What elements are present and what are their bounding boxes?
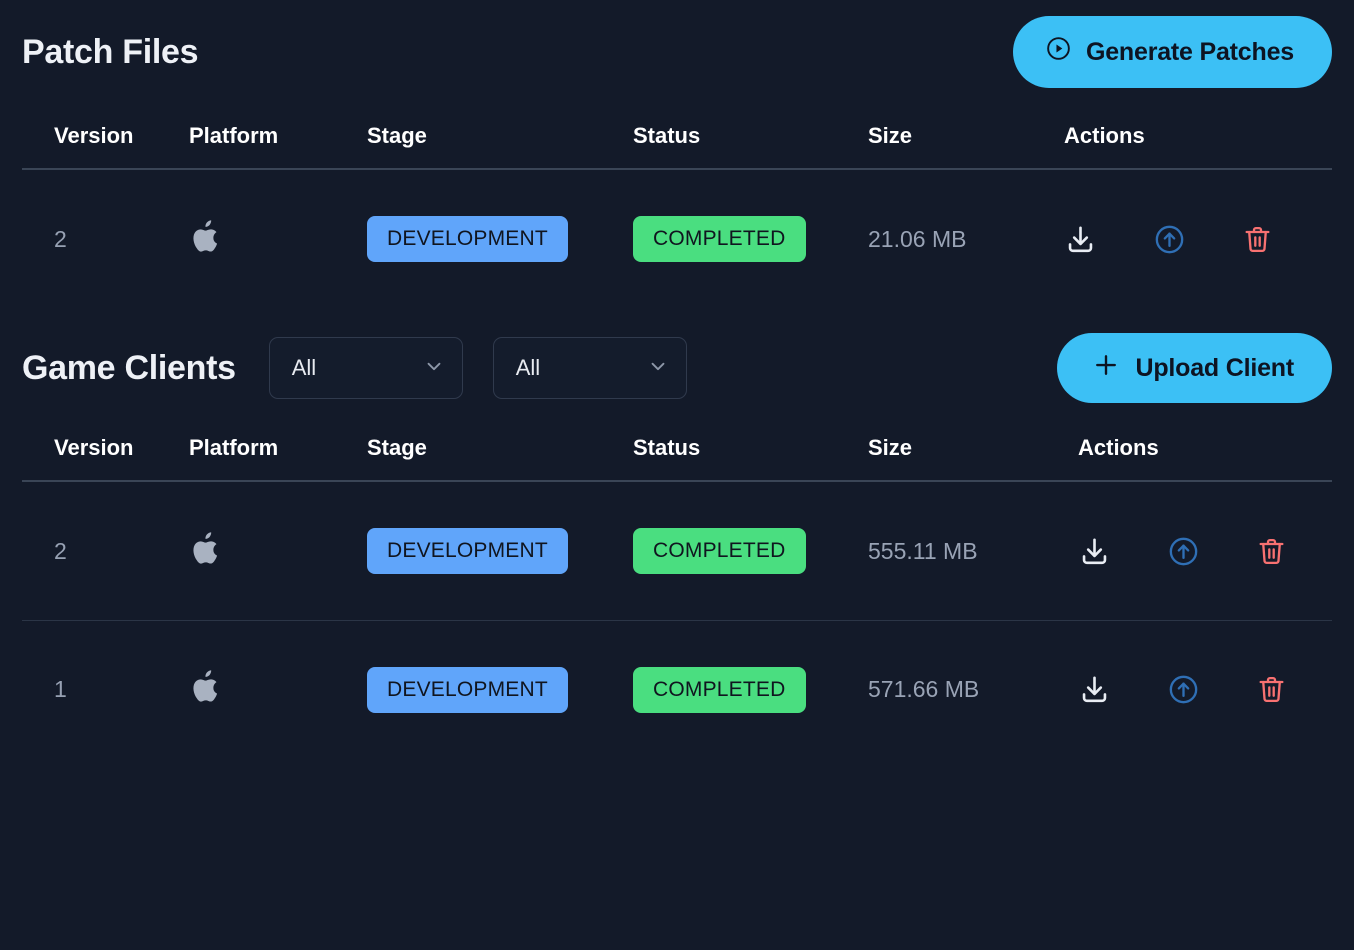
patch-files-table: Version Platform Stage Status Size Actio… — [22, 104, 1332, 308]
upload-button[interactable] — [1167, 535, 1200, 568]
stage-badge: DEVELOPMENT — [367, 666, 568, 713]
table-row[interactable]: 2 DEVELOPMENT COMPLETED 555.11 MB — [22, 482, 1332, 620]
cell-version: 2 — [22, 226, 189, 253]
version-value: 2 — [54, 537, 67, 564]
row-actions — [1078, 673, 1332, 706]
stage-filter-select[interactable]: All — [492, 337, 687, 399]
status-badge: COMPLETED — [633, 666, 806, 713]
delete-button[interactable] — [1242, 224, 1273, 255]
upload-circle-icon — [1167, 535, 1200, 568]
size-value: 21.06 MB — [868, 225, 967, 252]
upload-button[interactable] — [1153, 223, 1186, 256]
delete-button[interactable] — [1256, 674, 1287, 705]
row-actions — [1064, 223, 1332, 256]
column-header-actions: Actions — [1078, 435, 1159, 460]
platform-filter-value: All — [291, 355, 317, 380]
plus-icon — [1091, 350, 1121, 387]
stage-badge: DEVELOPMENT — [367, 216, 568, 262]
upload-client-button[interactable]: Upload Client — [1057, 333, 1332, 403]
cell-stage: DEVELOPMENT — [367, 528, 633, 574]
upload-circle-icon — [1167, 673, 1200, 706]
game-clients-title: Game Clients — [22, 348, 236, 387]
cell-size: 571.66 MB — [868, 676, 1064, 703]
game-clients-table-header: Version Platform Stage Status Size Actio… — [22, 416, 1332, 482]
upload-client-label: Upload Client — [1135, 353, 1294, 382]
cell-size: 21.06 MB — [868, 226, 1064, 253]
game-clients-filters: All All — [268, 337, 687, 399]
cell-actions — [1064, 535, 1332, 568]
game-clients-header: Game Clients All All Upload Client — [22, 320, 1332, 416]
version-value: 2 — [54, 225, 67, 252]
column-header-stage: Stage — [367, 123, 427, 148]
stage-filter-value: All — [515, 355, 541, 380]
column-header-status: Status — [633, 435, 701, 460]
download-button[interactable] — [1078, 535, 1111, 568]
download-icon — [1078, 535, 1111, 568]
apple-icon — [189, 217, 367, 262]
table-row[interactable]: 1 DEVELOPMENT COMPLETED 571.66 MB — [22, 620, 1332, 758]
generate-patches-button[interactable]: Generate Patches — [1012, 16, 1332, 88]
column-header-size: Size — [868, 123, 913, 148]
platform-filter-select[interactable]: All — [268, 337, 463, 399]
column-header-size: Size — [868, 435, 913, 460]
game-clients-table: Version Platform Stage Status Size Actio… — [22, 416, 1332, 758]
download-icon — [1064, 223, 1097, 256]
cell-platform — [189, 217, 367, 262]
cell-version: 1 — [22, 676, 189, 703]
cell-platform — [189, 667, 367, 712]
table-row[interactable]: 2 DEVELOPMENT COMPLETED 21.06 MB — [22, 170, 1332, 308]
column-header-status: Status — [633, 123, 701, 148]
apple-icon — [189, 529, 367, 574]
status-badge: COMPLETED — [633, 216, 806, 262]
stage-badge: DEVELOPMENT — [367, 528, 568, 574]
trash-icon — [1256, 674, 1287, 705]
cell-stage: DEVELOPMENT — [367, 666, 633, 713]
version-value: 1 — [54, 676, 67, 702]
cell-actions — [1064, 223, 1332, 256]
column-header-stage: Stage — [367, 435, 427, 460]
upload-circle-icon — [1153, 223, 1186, 256]
column-header-version: Version — [54, 123, 134, 148]
upload-button[interactable] — [1167, 673, 1200, 706]
play-circle-icon — [1045, 35, 1072, 69]
page-title: Patch Files — [22, 32, 199, 71]
generate-patches-label: Generate Patches — [1085, 37, 1294, 66]
patch-management-page: Patch Files Generate Patches Version Pla… — [0, 0, 1354, 950]
column-header-version: Version — [54, 435, 134, 460]
download-button[interactable] — [1064, 223, 1097, 256]
cell-stage: DEVELOPMENT — [367, 216, 633, 262]
cell-status: COMPLETED — [633, 528, 868, 574]
row-actions — [1078, 535, 1332, 568]
download-icon — [1078, 673, 1111, 706]
patch-files-header: Patch Files Generate Patches — [22, 0, 1332, 104]
download-button[interactable] — [1078, 673, 1111, 706]
cell-status: COMPLETED — [633, 666, 868, 713]
apple-icon — [189, 667, 367, 712]
status-badge: COMPLETED — [633, 528, 806, 574]
size-value: 555.11 MB — [868, 537, 978, 564]
chevron-down-icon — [423, 355, 445, 382]
cell-platform — [189, 529, 367, 574]
cell-version: 2 — [22, 538, 189, 565]
column-header-platform: Platform — [189, 435, 279, 460]
trash-icon — [1242, 224, 1273, 255]
cell-status: COMPLETED — [633, 216, 868, 262]
delete-button[interactable] — [1256, 536, 1287, 567]
patch-files-table-header: Version Platform Stage Status Size Actio… — [22, 104, 1332, 170]
cell-actions — [1064, 673, 1332, 706]
column-header-actions: Actions — [1064, 123, 1145, 148]
cell-size: 555.11 MB — [868, 538, 1064, 565]
trash-icon — [1256, 536, 1287, 567]
column-header-platform: Platform — [189, 123, 279, 148]
size-value: 571.66 MB — [868, 676, 980, 702]
chevron-down-icon — [647, 355, 669, 382]
